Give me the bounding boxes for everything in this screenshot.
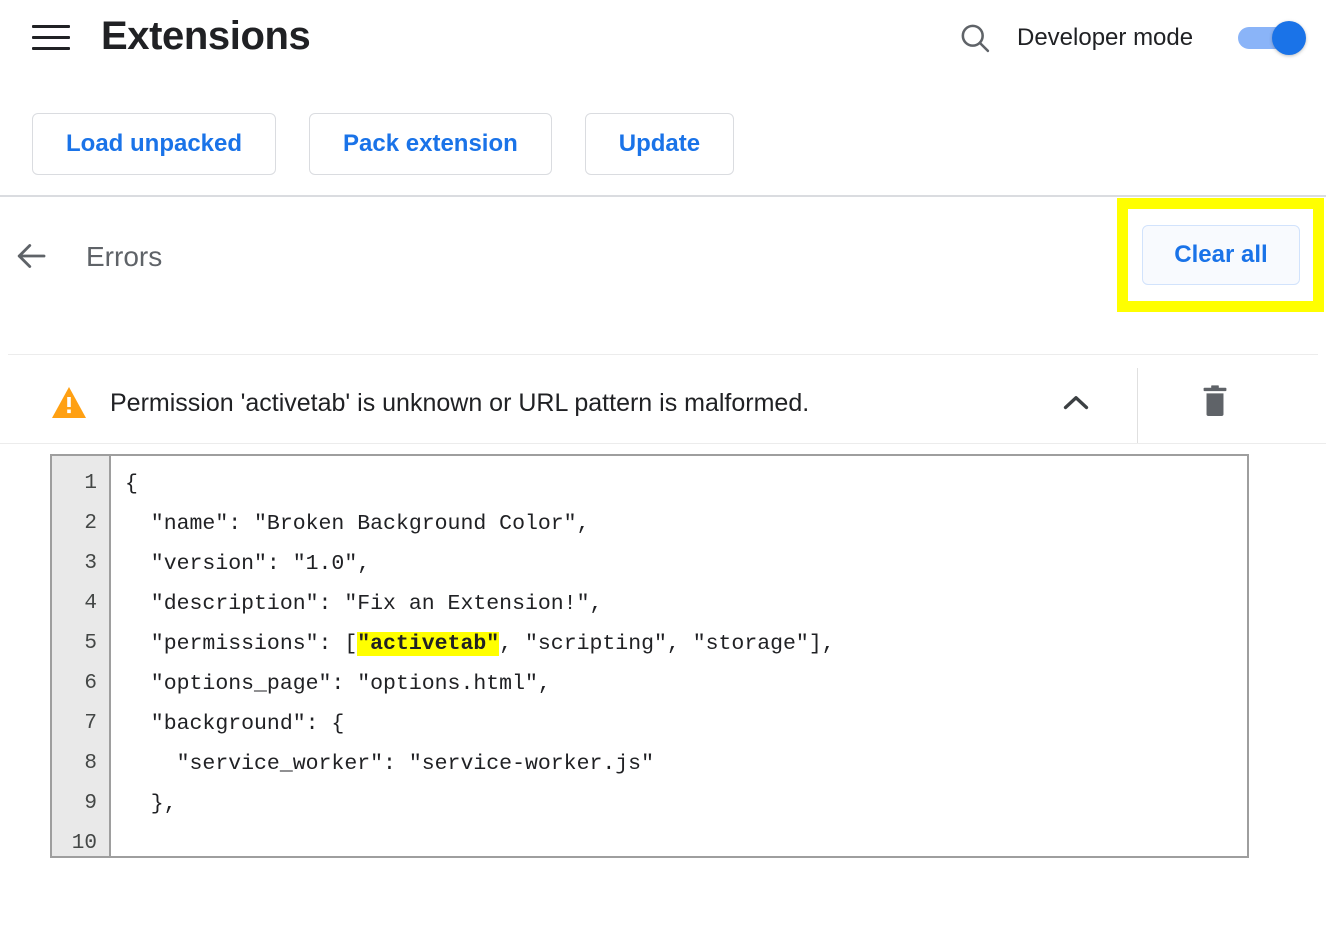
code-line: "description": "Fix an Extension!", [125, 592, 603, 616]
code-line: "options_page": "options.html", [125, 672, 551, 696]
errors-header: Errors [0, 205, 1326, 305]
error-row-bottom-divider [0, 443, 1326, 444]
hamburger-menu-icon[interactable] [32, 22, 72, 52]
code-line: "name": "Broken Background Color", [125, 512, 590, 536]
code-line: "background": { [125, 712, 345, 736]
line-number: 6 [84, 672, 97, 695]
back-arrow-icon[interactable] [14, 238, 50, 274]
error-row-divider [1137, 368, 1138, 444]
top-bar: Extensions Developer mode [0, 0, 1326, 75]
extension-actions-toolbar: Load unpacked Pack extension Update [32, 113, 735, 175]
line-number-gutter: 1 2 3 4 5 6 7 8 9 10 [52, 456, 111, 856]
line-number: 9 [84, 792, 97, 815]
line-number: 1 [84, 472, 97, 495]
trash-icon[interactable] [1197, 384, 1233, 422]
line-number: 3 [84, 552, 97, 575]
line-number: 7 [84, 712, 97, 735]
line-number: 10 [71, 832, 97, 855]
errors-title: Errors [86, 241, 163, 272]
developer-mode-label: Developer mode [1017, 24, 1194, 51]
developer-mode-toggle[interactable] [1238, 21, 1308, 55]
code-line: "version": "1.0", [125, 552, 371, 576]
line-number: 5 [84, 632, 97, 655]
line-number: 8 [84, 752, 97, 775]
code-line-highlighted: "permissions": ["activetab", "scripting"… [125, 624, 1247, 664]
code-line: }, [125, 792, 177, 816]
hamburger-line [32, 24, 70, 28]
code-post: , "scripting", "storage"], [499, 632, 835, 656]
code-line: { [125, 472, 138, 496]
error-highlight-token: "activetab" [357, 632, 500, 656]
update-button[interactable]: Update [584, 113, 735, 175]
toolbar-divider [0, 195, 1326, 197]
code-pre: "permissions": [ [125, 632, 358, 656]
search-icon[interactable] [957, 20, 993, 56]
error-message: Permission 'activetab' is unknown or URL… [110, 389, 810, 417]
errors-header-divider [8, 354, 1318, 355]
toggle-knob [1272, 21, 1306, 55]
hamburger-line [32, 35, 70, 39]
code-content: { "name": "Broken Background Color", "ve… [111, 456, 1247, 856]
chevron-up-icon[interactable] [1058, 388, 1094, 418]
page-title: Extensions [101, 14, 311, 58]
error-item-row: Permission 'activetab' is unknown or URL… [0, 356, 1326, 444]
manifest-code-viewer[interactable]: 1 2 3 4 5 6 7 8 9 10 { "name": "Broken B… [50, 454, 1249, 858]
load-unpacked-button[interactable]: Load unpacked [32, 113, 277, 175]
extensions-errors-page: Extensions Developer mode Load unpacked … [0, 0, 1326, 952]
code-line: "service_worker": "service-worker.js" [125, 752, 654, 776]
line-number: 4 [84, 592, 97, 615]
clear-all-button[interactable]: Clear all [1142, 225, 1300, 285]
pack-extension-button[interactable]: Pack extension [309, 113, 552, 175]
warning-triangle-icon [51, 386, 87, 419]
hamburger-line [32, 46, 70, 50]
line-number: 2 [84, 512, 97, 535]
